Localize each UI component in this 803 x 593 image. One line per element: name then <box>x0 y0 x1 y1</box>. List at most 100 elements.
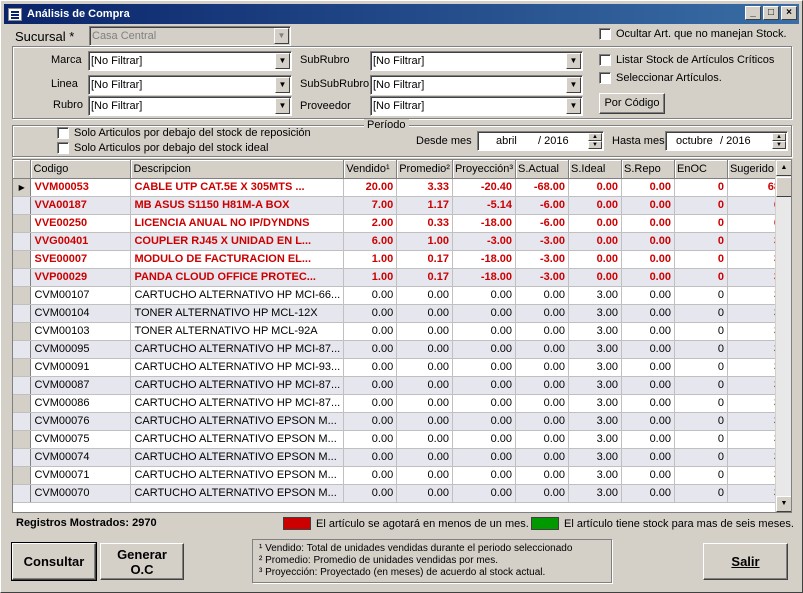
col-s-ideal-header[interactable]: S.Ideal <box>568 160 622 179</box>
generar-label-2: O.C <box>130 562 154 577</box>
chevron-down-icon[interactable]: ▼ <box>566 53 581 69</box>
table-row[interactable]: VVP00029 PANDA CLOUD OFFICE PROTEC... 1.00… <box>13 268 791 287</box>
table-row[interactable]: SVE00007 MODULO DE FACTURACION EL... 1.00 0… <box>13 250 791 269</box>
spin-down-icon[interactable]: ▼ <box>772 141 786 149</box>
chevron-down-icon[interactable]: ▼ <box>275 53 290 69</box>
table-row[interactable]: CVM00107 CARTUCHO ALTERNATIVO HP MCI-66..… <box>13 286 791 305</box>
proveedor-select[interactable]: [No Filtrar] ▼ <box>370 96 583 116</box>
ocultar-label: Ocultar Art. que no manejan Stock. <box>616 28 787 40</box>
row-selector[interactable] <box>13 340 32 359</box>
row-selector[interactable] <box>13 232 32 251</box>
marca-select[interactable]: [No Filtrar] ▼ <box>88 51 292 71</box>
minimize-button[interactable]: _ <box>745 6 761 20</box>
table-row[interactable]: CVM00074 CARTUCHO ALTERNATIVO EPSON M... 0… <box>13 448 791 467</box>
row-selector[interactable] <box>13 466 32 485</box>
row-selector[interactable] <box>13 214 32 233</box>
col-s-repo-cell: 0.00 <box>621 358 675 377</box>
articles-grid[interactable]: Codigo Descripcion Vendido¹ Promedio² Proyec… <box>12 159 792 513</box>
desde-mes: abril <box>496 135 517 147</box>
col-proyeccion-cell: 0.00 <box>452 358 517 377</box>
row-selector[interactable] <box>13 412 32 431</box>
table-row[interactable]: ▶ VVM00053 CABLE UTP CAT.5E X 305MTS ... 20… <box>13 178 791 197</box>
col-s-repo-cell: 0.00 <box>621 214 675 233</box>
row-selector[interactable] <box>13 430 32 449</box>
subsubrubro-select[interactable]: [No Filtrar] ▼ <box>370 75 583 95</box>
desde-anio: / 2016 <box>538 135 569 147</box>
linea-select[interactable]: [No Filtrar] ▼ <box>88 75 292 95</box>
table-row[interactable]: CVM00071 CARTUCHO ALTERNATIVO EPSON M... 0… <box>13 466 791 485</box>
row-selector[interactable] <box>13 196 32 215</box>
consultar-button[interactable]: Consultar <box>11 542 97 581</box>
scroll-thumb[interactable] <box>776 177 791 197</box>
checkbox-box[interactable] <box>57 127 69 139</box>
close-button[interactable]: × <box>781 6 797 20</box>
ocultar-checkbox[interactable]: Ocultar Art. que no manejan Stock. <box>599 28 787 40</box>
desde-picker[interactable]: abril / 2016 ▲ ▼ <box>477 131 604 151</box>
row-selector[interactable] <box>13 376 32 395</box>
por-codigo-button[interactable]: Por Código <box>599 93 665 114</box>
checkbox-box[interactable] <box>599 54 611 66</box>
row-selector[interactable] <box>13 250 32 269</box>
generar-oc-button[interactable]: Generar O.C <box>100 543 184 580</box>
chevron-down-icon[interactable]: ▼ <box>275 77 290 93</box>
spin-up-icon[interactable]: ▲ <box>588 133 602 141</box>
solo-reposicion-checkbox[interactable]: Solo Articulos por debajo del stock de r… <box>57 127 311 139</box>
table-row[interactable]: CVM00104 TONER ALTERNATIVO HP MCL-12X 0.00… <box>13 304 791 323</box>
table-row[interactable]: CVM00075 CARTUCHO ALTERNATIVO EPSON M... 0… <box>13 430 791 449</box>
col-s-repo-header[interactable]: S.Repo <box>621 160 675 179</box>
table-row[interactable]: VVG00401 COUPLER RJ45 X UNIDAD EN L... 6.0… <box>13 232 791 251</box>
subsubrubro-value: [No Filtrar] <box>373 79 425 91</box>
hasta-picker[interactable]: octubre / 2016 ▲ ▼ <box>665 131 788 151</box>
row-selector[interactable] <box>13 286 32 305</box>
col-en-oc-header[interactable]: EnOC <box>674 160 728 179</box>
table-row[interactable]: CVM00095 CARTUCHO ALTERNATIVO HP MCI-87..… <box>13 340 791 359</box>
col-proyeccion-cell: 0.00 <box>452 394 517 413</box>
row-selector[interactable] <box>13 394 32 413</box>
subrubro-select[interactable]: [No Filtrar] ▼ <box>370 51 583 71</box>
table-row[interactable]: VVE00250 LICENCIA ANUAL NO IP/DYNDNS 2.00 0… <box>13 214 791 233</box>
col-descripcion-header[interactable]: Descripcion <box>130 160 345 179</box>
checkbox-box[interactable] <box>57 142 69 154</box>
col-descripcion-cell: CARTUCHO ALTERNATIVO HP MCI-87... <box>130 340 345 359</box>
row-selector[interactable] <box>13 268 32 287</box>
chevron-down-icon[interactable]: ▼ <box>274 28 289 44</box>
table-row[interactable]: VVA00187 MB ASUS S1150 H81M-A BOX 7.00 1.17… <box>13 196 791 215</box>
scroll-up-icon[interactable]: ▲ <box>776 160 791 176</box>
vertical-scrollbar[interactable]: ▲ ▼ <box>775 160 791 512</box>
col-codigo-header[interactable]: Codigo <box>30 160 132 179</box>
seleccionar-checkbox[interactable]: Seleccionar Artículos. <box>599 72 722 84</box>
row-selector[interactable] <box>13 322 32 341</box>
col-vendido-header[interactable]: Vendido¹ <box>343 160 398 179</box>
checkbox-box[interactable] <box>599 28 611 40</box>
table-row[interactable]: CVM00070 CARTUCHO ALTERNATIVO EPSON M... 0… <box>13 484 791 503</box>
rubro-select[interactable]: [No Filtrar] ▼ <box>88 96 292 116</box>
row-selector[interactable] <box>13 304 32 323</box>
scroll-down-icon[interactable]: ▼ <box>776 496 791 512</box>
spin-down-icon[interactable]: ▼ <box>588 141 602 149</box>
col-s-actual-header[interactable]: S.Actual <box>515 160 570 179</box>
col-promedio-header[interactable]: Promedio² <box>396 160 453 179</box>
checkbox-box[interactable] <box>599 72 611 84</box>
listar-criticos-checkbox[interactable]: Listar Stock de Artículos Críticos <box>599 54 774 66</box>
table-row[interactable]: CVM00087 CARTUCHO ALTERNATIVO HP MCI-87..… <box>13 376 791 395</box>
table-row[interactable]: CVM00091 CARTUCHO ALTERNATIVO HP MCI-93..… <box>13 358 791 377</box>
chevron-down-icon[interactable]: ▼ <box>566 77 581 93</box>
row-selector[interactable] <box>13 358 32 377</box>
table-row[interactable]: CVM00086 CARTUCHO ALTERNATIVO HP MCI-87..… <box>13 394 791 413</box>
maximize-button[interactable]: □ <box>763 6 779 20</box>
current-row-arrow-icon[interactable]: ▶ <box>13 178 32 197</box>
col-codigo-cell: CVM00095 <box>30 340 132 359</box>
sucursal-select[interactable]: Casa Central ▼ <box>89 26 291 46</box>
col-s-actual-cell: 0.00 <box>515 394 570 413</box>
chevron-down-icon[interactable]: ▼ <box>566 98 581 114</box>
table-row[interactable]: CVM00076 CARTUCHO ALTERNATIVO EPSON M... 0… <box>13 412 791 431</box>
row-selector[interactable] <box>13 448 32 467</box>
col-vendido-cell: 20.00 <box>343 178 398 197</box>
row-selector[interactable] <box>13 484 32 503</box>
col-proyeccion-header[interactable]: Proyección³ <box>452 160 517 179</box>
table-row[interactable]: CVM00103 TONER ALTERNATIVO HP MCL-92A 0.00… <box>13 322 791 341</box>
salir-button[interactable]: Salir <box>703 543 788 580</box>
spin-up-icon[interactable]: ▲ <box>772 133 786 141</box>
chevron-down-icon[interactable]: ▼ <box>275 98 290 114</box>
solo-ideal-checkbox[interactable]: Solo Articulos por debajo del stock idea… <box>57 142 268 154</box>
